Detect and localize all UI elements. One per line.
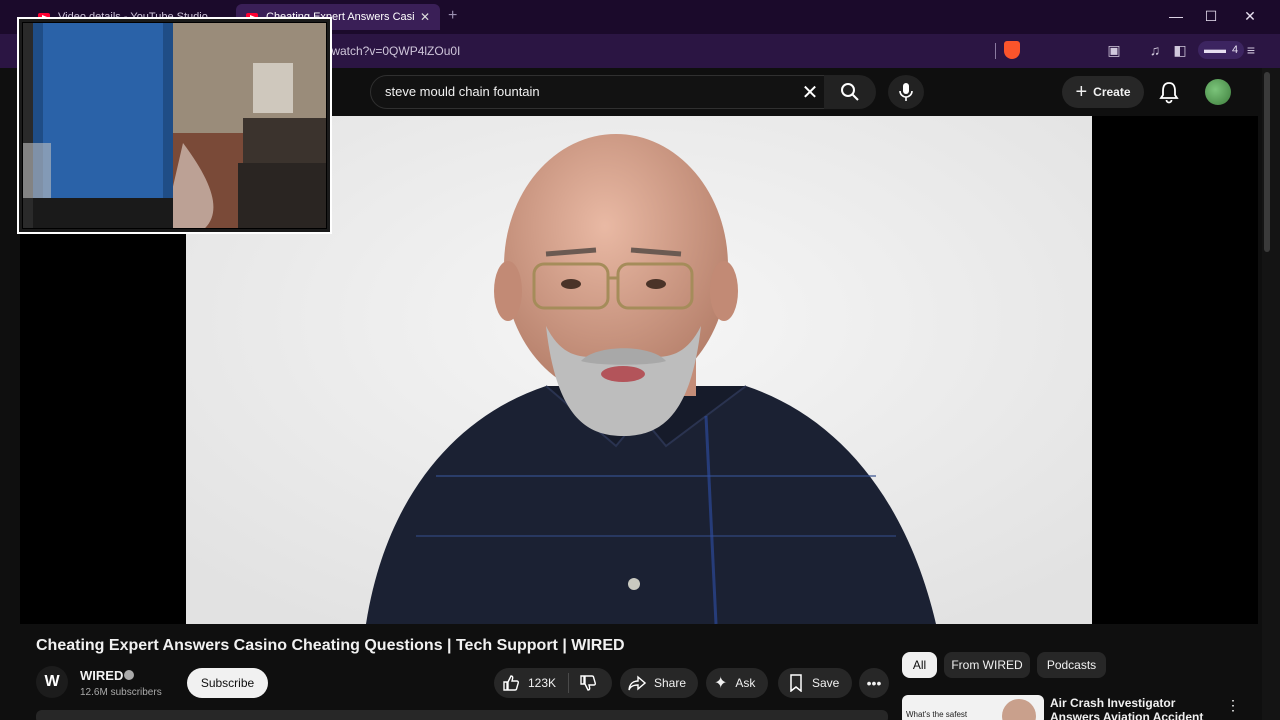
bookmark-icon xyxy=(790,674,802,692)
video-title: Cheating Expert Answers Casino Cheating … xyxy=(36,637,625,654)
cast-icon[interactable]: ▣ xyxy=(1105,42,1123,59)
search-button[interactable] xyxy=(824,75,876,109)
description-box[interactable] xyxy=(36,710,888,720)
share-button[interactable]: Share xyxy=(620,668,698,698)
webcam-feed xyxy=(22,22,327,229)
maximize-icon[interactable]: ☐ xyxy=(1201,8,1221,25)
glasses-icon: ▬▬ xyxy=(1204,44,1226,56)
channel-name[interactable]: WIRED xyxy=(80,668,123,683)
share-label: Share xyxy=(654,676,687,690)
music-icon[interactable]: ♫ xyxy=(1146,42,1164,58)
plus-icon: + xyxy=(1075,81,1088,103)
subscribe-button[interactable]: Subscribe xyxy=(187,668,268,698)
search-icon xyxy=(841,83,859,101)
more-actions-icon[interactable]: ••• xyxy=(859,668,889,698)
chip-from-wired[interactable]: From WIRED xyxy=(944,652,1030,678)
dislike-button[interactable] xyxy=(569,674,607,692)
share-icon xyxy=(628,675,646,691)
notifications-bell-icon[interactable] xyxy=(1158,80,1180,104)
create-label: Create xyxy=(1093,85,1131,99)
thumbnail-face xyxy=(1002,699,1036,720)
webcam-image xyxy=(23,23,326,228)
ask-button[interactable]: ✦ Ask xyxy=(706,668,768,698)
thumbnail-caption: What's the safest xyxy=(906,710,968,719)
channel-logo[interactable]: W xyxy=(36,666,68,698)
url-field[interactable]: m/watch?v=0QWP4lZOu0I xyxy=(318,44,460,58)
like-count: 123K xyxy=(528,676,557,690)
chip-podcasts[interactable]: Podcasts xyxy=(1037,652,1106,678)
thumbs-down-icon xyxy=(580,675,597,691)
like-button[interactable]: 123K xyxy=(494,673,570,693)
create-button[interactable]: + Create xyxy=(1062,76,1144,108)
brave-shield-icon[interactable] xyxy=(1004,41,1020,59)
clear-search-icon[interactable]: ✕ xyxy=(800,80,820,105)
screen: Video details - YouTube Studio Cheating … xyxy=(0,0,1280,720)
close-tab-icon[interactable]: ✕ xyxy=(420,10,430,24)
extension-button[interactable]: ▬▬ 4 xyxy=(1198,41,1245,59)
like-dislike-group: 123K xyxy=(494,668,612,698)
voice-search-button[interactable] xyxy=(888,75,924,109)
verified-icon xyxy=(124,670,134,680)
new-tab-button[interactable]: + xyxy=(448,7,457,25)
close-window-icon[interactable]: ✕ xyxy=(1240,8,1260,25)
save-button[interactable]: Save xyxy=(778,668,852,698)
scrollbar-thumb[interactable] xyxy=(1264,72,1270,252)
microphone-icon xyxy=(899,83,913,101)
subscriber-count: 12.6M subscribers xyxy=(80,687,162,698)
recommendation-title[interactable]: Air Crash Investigator Answers Aviation … xyxy=(1050,696,1220,720)
ask-label: Ask xyxy=(735,676,756,690)
save-label: Save xyxy=(812,676,840,690)
recommendation-menu-icon[interactable]: ⋮ xyxy=(1226,697,1240,714)
search-query[interactable]: steve mould chain fountain xyxy=(385,84,540,99)
menu-icon[interactable]: ≡ xyxy=(1242,42,1260,58)
thumbs-up-icon xyxy=(503,675,519,691)
account-avatar[interactable] xyxy=(1205,79,1231,105)
webcam-overlay xyxy=(17,17,332,234)
sidebar-icon[interactable]: ◧ xyxy=(1171,42,1189,59)
sparkle-icon: ✦ xyxy=(714,675,728,692)
chip-all[interactable]: All xyxy=(902,652,937,678)
minimize-icon[interactable]: — xyxy=(1166,8,1186,24)
extension-badge: 4 xyxy=(1232,44,1239,56)
divider xyxy=(995,43,996,59)
